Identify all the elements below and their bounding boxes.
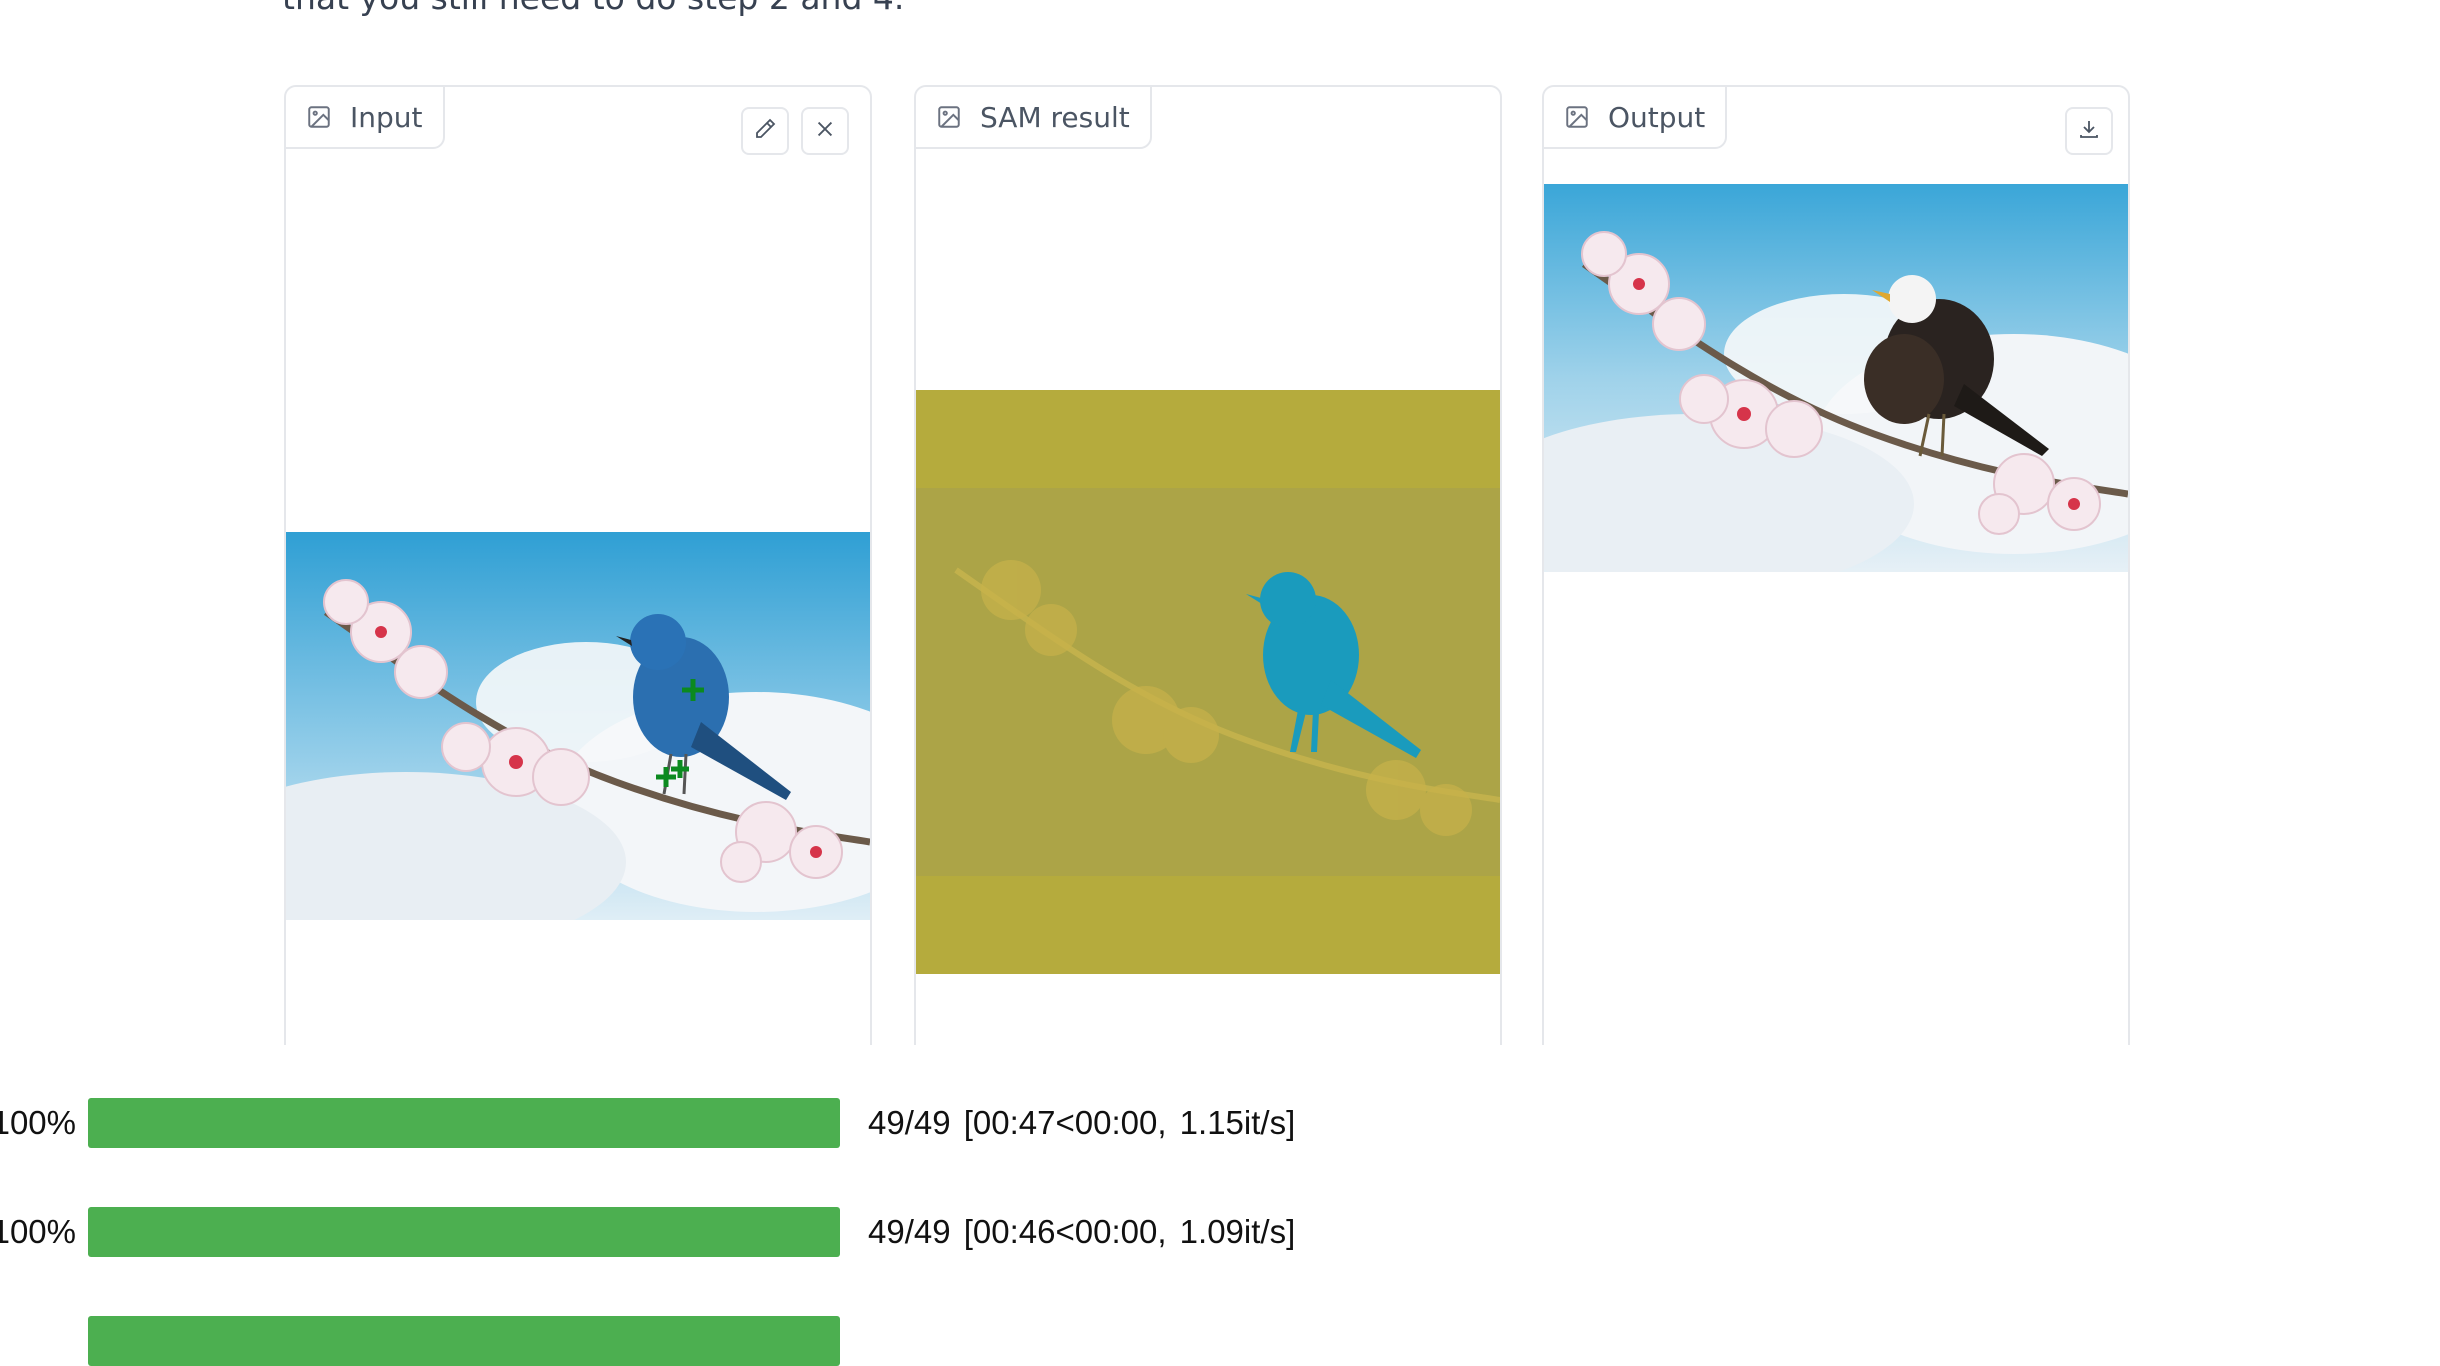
download-button[interactable]: [2065, 107, 2113, 155]
image-icon: [936, 104, 962, 130]
input-panel: Input: [284, 85, 872, 1089]
output-label-text: Output: [1608, 100, 1706, 134]
progress-stats: 49/49 [00:47<00:00, 1.15it/s]: [868, 1104, 1296, 1141]
close-icon: [814, 118, 836, 144]
output-label: Output: [1544, 87, 1728, 149]
progress-percent: 100%: [0, 1104, 76, 1141]
sam-result-image[interactable]: [916, 390, 1500, 974]
sam-result-panel: SAM result: [914, 85, 1502, 1089]
progress-bar-fill: [88, 1098, 840, 1148]
progress-bar: [88, 1316, 840, 1366]
edit-button[interactable]: [741, 107, 789, 155]
progress-stats: 49/49 [00:46<00:00, 1.09it/s]: [868, 1213, 1296, 1250]
progress-row: 100% 49/49 [00:47<00:00, 1.15it/s]: [0, 1098, 2440, 1148]
progress-bar-fill: [88, 1316, 840, 1366]
progress-bar-fill: [88, 1207, 840, 1257]
download-icon: [2077, 117, 2101, 145]
clear-button[interactable]: [801, 107, 849, 155]
output-image[interactable]: [1544, 184, 2128, 572]
intro-text: that you still need to do step 2 and 4.: [282, 0, 904, 17]
progress-row: [0, 1316, 2440, 1366]
input-label: Input: [286, 87, 445, 149]
pencil-icon: [753, 117, 777, 145]
progress-bar: [88, 1098, 840, 1148]
progress-row: 100% 49/49 [00:46<00:00, 1.09it/s]: [0, 1207, 2440, 1257]
image-icon: [1564, 104, 1590, 130]
terminal-area: [0, 1045, 2440, 1320]
sam-result-label-text: SAM result: [980, 100, 1130, 134]
sam-result-label: SAM result: [916, 87, 1152, 149]
image-icon: [306, 104, 332, 130]
input-label-text: Input: [350, 100, 423, 134]
progress-bar: [88, 1207, 840, 1257]
output-panel: Output: [1542, 85, 2130, 1089]
progress-percent: 100%: [0, 1213, 76, 1250]
input-image[interactable]: [286, 532, 870, 920]
